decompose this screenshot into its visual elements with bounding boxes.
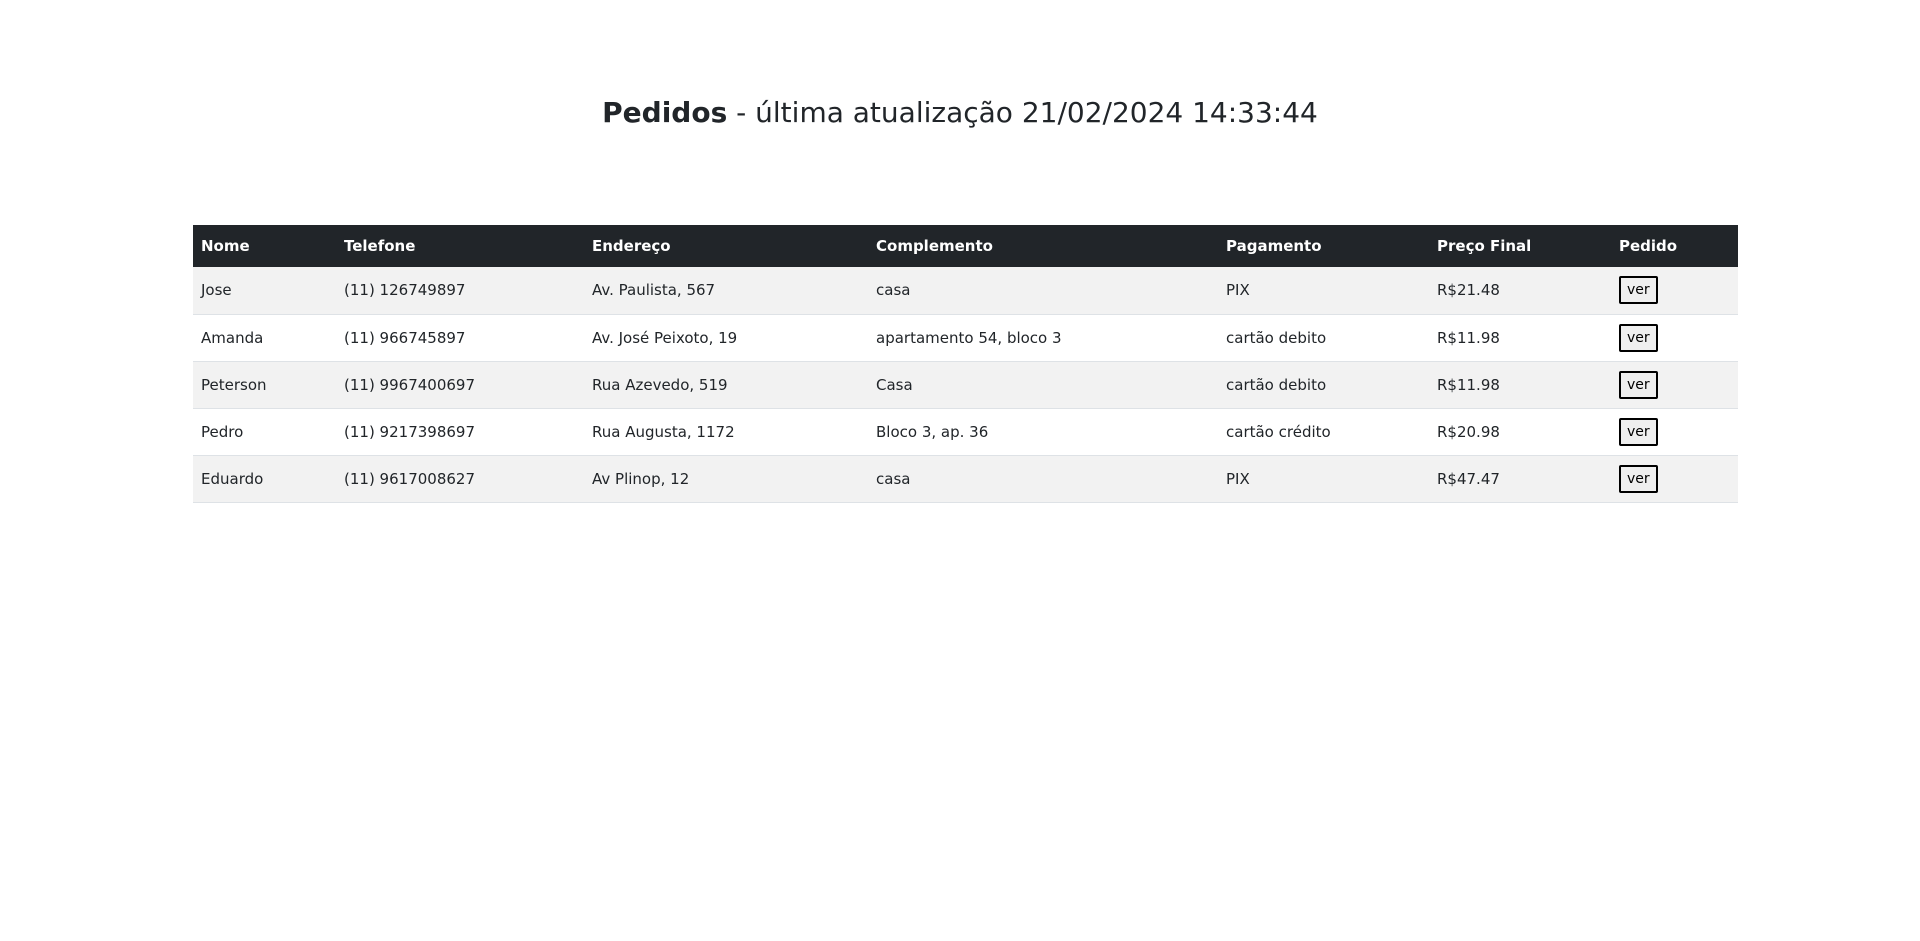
cell-pagamento: PIX [1218, 267, 1429, 315]
column-header-endereco: Endereço [592, 237, 671, 255]
view-order-button[interactable]: ver [1619, 464, 1658, 493]
column-header-preco-final: Preço Final [1437, 237, 1532, 255]
table-row: Jose (11) 126749897 Av. Paulista, 567 ca… [193, 267, 1738, 315]
table-row: Peterson (11) 9967400697 Rua Azevedo, 51… [193, 361, 1738, 409]
cell-complemento: Bloco 3, ap. 36 [868, 408, 1218, 456]
cell-pagamento: cartão debito [1218, 314, 1429, 362]
cell-complemento: apartamento 54, bloco 3 [868, 314, 1218, 362]
page-title: Pedidos - última atualização 21/02/2024 … [0, 93, 1920, 133]
cell-pedido: ver [1611, 408, 1738, 456]
view-order-button[interactable]: ver [1619, 276, 1658, 305]
cell-complemento: Casa [868, 361, 1218, 409]
cell-complemento: casa [868, 267, 1218, 315]
last-update-text: última atualização 21/02/2024 14:33:44 [755, 96, 1318, 129]
cell-nome: Amanda [193, 314, 336, 362]
cell-preco-final: R$11.98 [1429, 361, 1611, 409]
cell-endereco: Av. Paulista, 567 [584, 267, 868, 315]
cell-telefone: (11) 9967400697 [336, 361, 584, 409]
column-header-pedido: Pedido [1619, 237, 1678, 255]
view-order-button[interactable]: ver [1619, 370, 1658, 399]
cell-pedido: ver [1611, 361, 1738, 409]
cell-telefone: (11) 9217398697 [336, 408, 584, 456]
cell-nome: Pedro [193, 408, 336, 456]
cell-pagamento: PIX [1218, 455, 1429, 503]
cell-complemento: casa [868, 455, 1218, 503]
cell-nome: Jose [193, 267, 336, 315]
cell-pagamento: cartão crédito [1218, 408, 1429, 456]
cell-preco-final: R$21.48 [1429, 267, 1611, 315]
table-row: Pedro (11) 9217398697 Rua Augusta, 1172 … [193, 408, 1738, 456]
orders-table: Nome Telefone Endereço Complemento Pagam… [193, 225, 1738, 503]
cell-pedido: ver [1611, 455, 1738, 503]
cell-telefone: (11) 9617008627 [336, 455, 584, 503]
view-order-button[interactable]: ver [1619, 323, 1658, 352]
column-header-nome: Nome [201, 237, 250, 255]
table-row: Eduardo (11) 9617008627 Av Plinop, 12 ca… [193, 455, 1738, 503]
table-row: Amanda (11) 966745897 Av. José Peixoto, … [193, 314, 1738, 362]
cell-endereco: Rua Azevedo, 519 [584, 361, 868, 409]
cell-preco-final: R$20.98 [1429, 408, 1611, 456]
column-header-complemento: Complemento [876, 237, 993, 255]
view-order-button[interactable]: ver [1619, 417, 1658, 446]
column-header-pagamento: Pagamento [1226, 237, 1322, 255]
column-header-telefone: Telefone [344, 237, 416, 255]
page-title-separator: - [727, 96, 756, 129]
cell-pagamento: cartão debito [1218, 361, 1429, 409]
cell-preco-final: R$47.47 [1429, 455, 1611, 503]
cell-endereco: Av. José Peixoto, 19 [584, 314, 868, 362]
cell-endereco: Av Plinop, 12 [584, 455, 868, 503]
cell-pedido: ver [1611, 314, 1738, 362]
cell-preco-final: R$11.98 [1429, 314, 1611, 362]
page-title-main: Pedidos [602, 96, 728, 129]
cell-nome: Eduardo [193, 455, 336, 503]
cell-nome: Peterson [193, 361, 336, 409]
cell-telefone: (11) 966745897 [336, 314, 584, 362]
cell-pedido: ver [1611, 267, 1738, 315]
cell-telefone: (11) 126749897 [336, 267, 584, 315]
cell-endereco: Rua Augusta, 1172 [584, 408, 868, 456]
table-header-row: Nome Telefone Endereço Complemento Pagam… [193, 225, 1738, 267]
